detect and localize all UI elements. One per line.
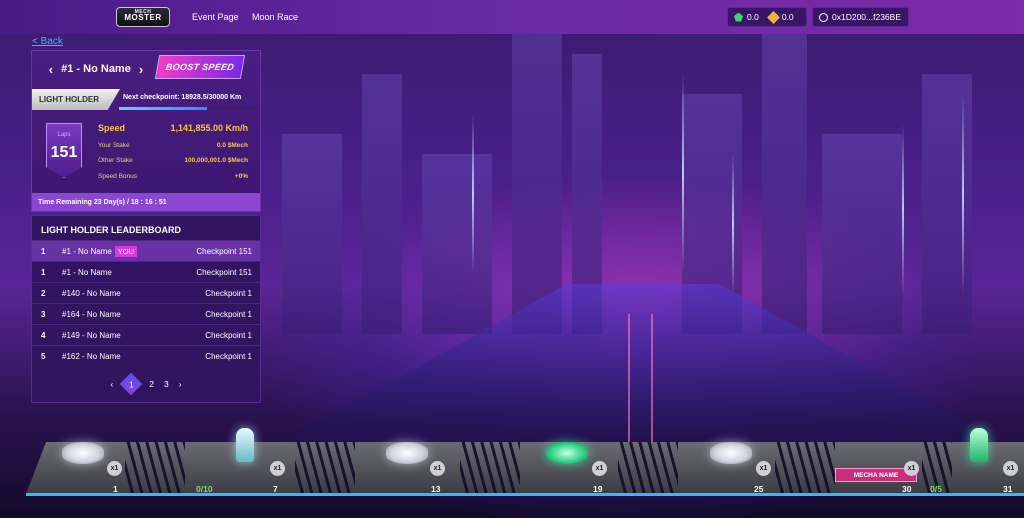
nft-platform-item[interactable] bbox=[546, 442, 588, 464]
green-token-icon bbox=[734, 12, 743, 22]
time-remaining: Time Remaining 23 Day(s) / 18 : 16 : 51 bbox=[32, 193, 260, 211]
table-row[interactable]: 5 #162 - No Name Checkpoint 1 bbox=[32, 345, 260, 366]
nav-event-page[interactable]: Event Page bbox=[192, 12, 239, 22]
track-divider bbox=[125, 442, 185, 494]
laps-value: 151 bbox=[50, 144, 78, 161]
page-2-button[interactable]: 2 bbox=[149, 379, 154, 389]
boost-speed-button[interactable]: BOOST SPEED bbox=[154, 55, 246, 79]
back-link[interactable]: < Back bbox=[32, 36, 63, 47]
page-3-button[interactable]: 3 bbox=[164, 379, 169, 389]
chevron-left-icon[interactable]: ‹ bbox=[49, 62, 53, 77]
racer-panel: ‹ #1 - No Name › BOOST SPEED LIGHT HOLDE… bbox=[31, 50, 261, 212]
quantity-badge: x1 bbox=[430, 461, 445, 476]
top-bar: MECH MOSTER Event Page Moon Race 0.0 0.0… bbox=[0, 0, 1024, 34]
track-divider bbox=[460, 442, 520, 494]
chevron-left-icon[interactable]: ‹ bbox=[110, 379, 113, 389]
speed-stat: Speed 1,141,855.00 Km/h bbox=[98, 123, 248, 133]
chevron-right-icon[interactable]: › bbox=[179, 379, 182, 389]
tier-badge: LIGHT HOLDER bbox=[32, 89, 120, 110]
user-icon bbox=[819, 12, 828, 22]
nft-platform-item[interactable] bbox=[386, 442, 428, 464]
table-row[interactable]: 4 #149 - No Name Checkpoint 1 bbox=[32, 324, 260, 345]
leaderboard-title: LIGHT HOLDER LEADERBOARD bbox=[41, 225, 181, 235]
table-row[interactable]: 1 #1 - No Name Checkpoint 151 bbox=[32, 261, 260, 282]
track-divider bbox=[295, 442, 355, 494]
laps-label: Laps bbox=[57, 132, 71, 138]
racer-name: #1 - No Name bbox=[61, 63, 131, 75]
track-divider bbox=[775, 442, 835, 494]
track-divider bbox=[618, 442, 678, 494]
leaderboard-panel: LIGHT HOLDER LEADERBOARD 1 #1 - No Name Y… bbox=[31, 215, 261, 403]
table-row[interactable]: 3 #164 - No Name Checkpoint 1 bbox=[32, 303, 260, 324]
you-badge: YOU bbox=[114, 245, 138, 257]
next-checkpoint-text: Next checkpoint: 18928.5/30000 Km bbox=[123, 94, 242, 101]
quantity-badge: x1 bbox=[904, 461, 919, 476]
checkpoint-progress-fill bbox=[119, 107, 208, 110]
city-background bbox=[262, 34, 1024, 454]
green-token-balance: 0.0 bbox=[747, 12, 759, 22]
nft-platform-item[interactable] bbox=[710, 442, 752, 464]
mech-master-logo[interactable]: MECH MOSTER bbox=[116, 7, 170, 27]
racer-selector: ‹ #1 - No Name › bbox=[32, 51, 160, 87]
mech-robot-item[interactable] bbox=[236, 428, 254, 462]
pagination: ‹ 1 2 3 › bbox=[32, 372, 260, 396]
yellow-token-icon bbox=[766, 10, 780, 24]
wallet-address: 0x1D200...f236BE bbox=[832, 12, 901, 22]
speed-bonus-stat: Speed Bonus +0% bbox=[98, 173, 248, 180]
quantity-badge: x1 bbox=[592, 461, 607, 476]
track-edge bbox=[26, 493, 1024, 496]
quantity-badge: x1 bbox=[107, 461, 122, 476]
nft-platform-item[interactable] bbox=[62, 442, 104, 464]
yellow-token-balance: 0.0 bbox=[781, 12, 794, 22]
checkpoint-progress-bar bbox=[119, 107, 259, 110]
your-stake-stat: Your Stake 0.0 $Mech bbox=[98, 142, 248, 149]
token-balances: 0.0 0.0 bbox=[727, 7, 807, 27]
page-1-button[interactable]: 1 bbox=[119, 372, 143, 396]
quantity-badge: x1 bbox=[270, 461, 285, 476]
chevron-right-icon[interactable]: › bbox=[139, 62, 143, 77]
nav-moon-race[interactable]: Moon Race bbox=[252, 12, 298, 22]
wallet-address-button[interactable]: 0x1D200...f236BE bbox=[812, 7, 909, 27]
quantity-badge: x1 bbox=[756, 461, 771, 476]
table-row[interactable]: 2 #140 - No Name Checkpoint 1 bbox=[32, 282, 260, 303]
other-stake-stat: Other Stake 100,000,001.0 $Mech bbox=[98, 157, 248, 164]
mech-robot-item[interactable] bbox=[970, 428, 988, 462]
laps-badge: Laps 151 bbox=[46, 123, 82, 178]
quantity-badge: x1 bbox=[1003, 461, 1018, 476]
table-row[interactable]: 1 #1 - No Name YOU Checkpoint 151 bbox=[32, 240, 260, 261]
